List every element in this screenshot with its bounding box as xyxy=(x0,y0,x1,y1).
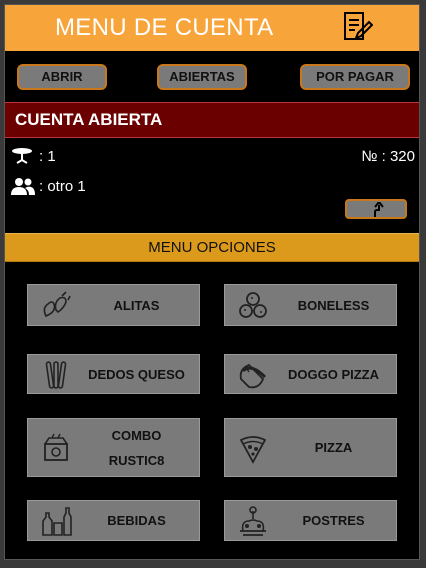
tab-bar: ABRIR ABIERTAS POR PAGAR xyxy=(5,53,419,101)
menu-item-pizza[interactable]: PIZZA xyxy=(224,418,397,477)
menu-item-label: DOGGO PIZZA xyxy=(288,367,379,382)
page-title: MENU DE CUENTA xyxy=(55,14,274,41)
pizza-slice-icon xyxy=(239,436,267,464)
edit-document-icon[interactable] xyxy=(341,11,373,43)
menu-item-label-line2: RUSTIC8 xyxy=(108,453,165,468)
menu-item-dedos-queso[interactable]: DEDOS QUESO xyxy=(27,354,200,394)
menu-item-label: PIZZA xyxy=(314,440,353,455)
account-number: № : 320 xyxy=(361,148,415,165)
tab-abrir[interactable]: ABRIR xyxy=(17,64,107,90)
combo-icon xyxy=(44,433,68,461)
menu-item-label: COMBO xyxy=(111,428,162,443)
tab-por-pagar[interactable]: POR PAGAR xyxy=(300,64,410,90)
wings-icon xyxy=(43,291,71,318)
menu-item-label: ALITAS xyxy=(113,298,160,313)
menu-item-boneless[interactable]: BONELESS xyxy=(224,284,397,326)
menu-item-label: BEBIDAS xyxy=(107,513,166,528)
collapse-button[interactable] xyxy=(345,199,407,219)
menu-item-combo[interactable]: COMBO RUSTIC8 xyxy=(27,418,200,477)
menu-item-doggo-pizza[interactable]: DOGGO PIZZA xyxy=(224,354,397,394)
cheese-sticks-icon xyxy=(45,361,67,389)
menu-item-postres[interactable]: POSTRES xyxy=(224,500,397,541)
hotdog-icon xyxy=(239,363,267,389)
desserts-icon xyxy=(240,506,266,536)
header: MENU DE CUENTA xyxy=(5,5,419,51)
menu-item-alitas[interactable]: ALITAS xyxy=(27,284,200,326)
guest-name: : otro 1 xyxy=(39,178,86,195)
account-header: CUENTA ABIERTA xyxy=(5,102,419,138)
account-title: CUENTA ABIERTA xyxy=(15,110,163,129)
menu-options-bar: MENU OPCIONES xyxy=(5,233,419,262)
arrow-up-icon xyxy=(374,202,384,217)
menu-item-label: POSTRES xyxy=(302,513,365,528)
menu-item-label: BONELESS xyxy=(297,298,370,313)
menu-item-bebidas[interactable]: BEBIDAS xyxy=(27,500,200,541)
tab-abiertas[interactable]: ABIERTAS xyxy=(157,64,247,90)
drinks-icon xyxy=(42,507,72,536)
menu-grid: ALITAS BONELESS DEDOS QUESO DOGGO PIZZA … xyxy=(5,262,419,559)
account-info: : 1 № : 320 : otro 1 xyxy=(5,139,419,233)
menu-item-label: DEDOS QUESO xyxy=(88,367,185,382)
guests-icon xyxy=(11,178,35,195)
boneless-icon xyxy=(239,292,267,318)
app-window: MENU DE CUENTA ABRIR ABIERTAS POR PAGAR … xyxy=(4,4,420,560)
table-icon xyxy=(12,148,32,164)
table-number: : 1 xyxy=(39,148,56,165)
menu-options-title: MENU OPCIONES xyxy=(148,239,276,256)
